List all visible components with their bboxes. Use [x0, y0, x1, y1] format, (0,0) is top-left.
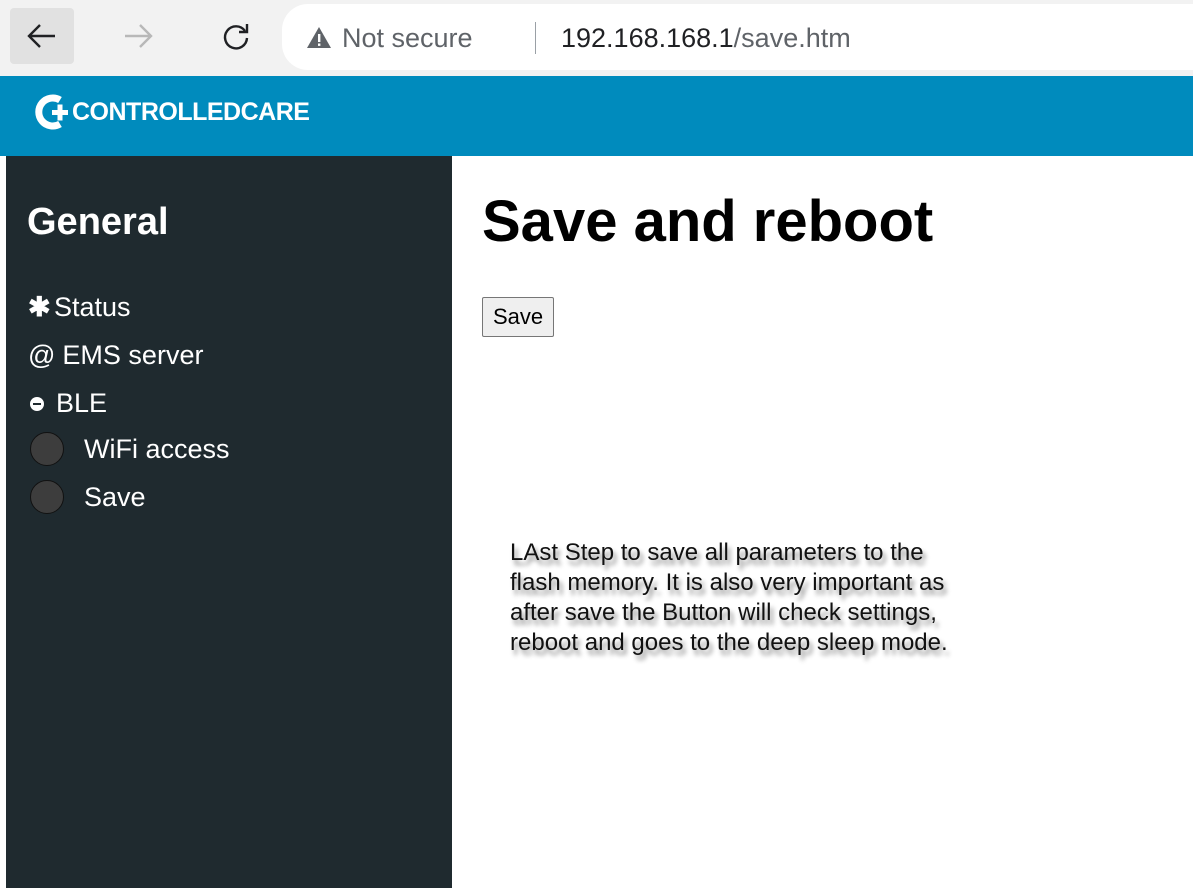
note-line: LAst Step to save all parameters to the — [510, 539, 924, 566]
sidebar-item-label: EMS server — [62, 340, 204, 370]
ble-dot-icon — [30, 396, 44, 411]
note-line: after save the Button will check setting… — [510, 599, 937, 626]
sidebar-item-status[interactable]: ✱ Status — [28, 292, 131, 323]
logo[interactable]: CONTROLLEDCARE — [34, 94, 310, 130]
sidebar-item-wifi-access[interactable]: WiFi access — [28, 432, 230, 466]
site-header: CONTROLLEDCARE — [0, 76, 1193, 156]
page-title: Save and reboot — [482, 189, 934, 254]
note-line: flash memory. It is also very important … — [510, 569, 945, 596]
security-label[interactable]: Not secure — [342, 23, 473, 54]
browser-toolbar: Not secure 192.168.168.1/save.htm — [0, 0, 1193, 76]
arrow-left-icon — [27, 24, 55, 48]
sidebar-item-label: Save — [84, 481, 146, 512]
note-line: reboot and goes to the deep sleep mode. — [510, 629, 948, 656]
logo-mark-icon — [35, 94, 68, 130]
sidebar-item-label: Status — [54, 292, 131, 322]
at-icon: @ — [28, 340, 56, 370]
url-text[interactable]: 192.168.168.1/save.htm — [561, 23, 851, 54]
warning-icon — [307, 27, 331, 48]
sidebar-item-label: WiFi access — [84, 433, 230, 464]
sidebar-item-ble[interactable]: BLE — [28, 388, 107, 419]
address-divider — [535, 22, 536, 54]
save-note: LAst Step to save all parameters to the … — [510, 538, 1070, 658]
address-bar[interactable]: Not secure 192.168.168.1/save.htm — [282, 4, 1193, 70]
url-host: 192.168.168.1 — [561, 23, 734, 53]
circle-icon — [30, 432, 64, 466]
arrow-right-icon — [125, 24, 153, 48]
forward-button[interactable] — [106, 8, 170, 64]
save-button[interactable]: Save — [482, 297, 555, 337]
url-path: /save.htm — [733, 23, 851, 53]
sidebar-item-label: BLE — [56, 388, 108, 418]
reload-icon — [223, 24, 249, 50]
sidebar: General ✱ Status @ EMS server BLE WiFi a… — [6, 156, 452, 888]
circle-icon — [30, 480, 64, 514]
back-button[interactable] — [10, 8, 74, 64]
sidebar-item-ems-server[interactable]: @ EMS server — [28, 340, 203, 371]
reload-button[interactable] — [204, 8, 268, 64]
sidebar-title: General — [27, 201, 169, 243]
sidebar-item-save[interactable]: Save — [28, 480, 146, 514]
asterisk-icon: ✱ — [28, 292, 51, 322]
logo-text: CONTROLLEDCARE — [72, 98, 310, 126]
